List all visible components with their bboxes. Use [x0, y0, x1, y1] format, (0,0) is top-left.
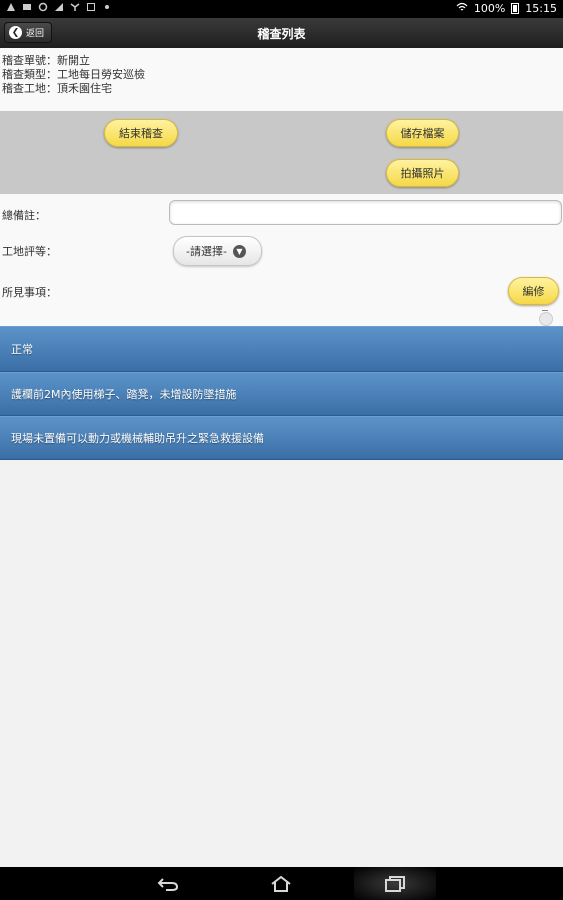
mail-icon — [22, 2, 32, 12]
nav-back-button[interactable] — [133, 867, 203, 900]
recents-icon — [385, 875, 405, 892]
remark-label: 總備註： — [2, 209, 46, 222]
scroll-indicator[interactable] — [539, 312, 553, 326]
inspection-type: 稽查類型：工地每日勞安巡檢 — [2, 68, 145, 81]
page-title: 稽查列表 — [257, 27, 306, 41]
inspection-info: 稽查單號：新開立 稽查類型：工地每日勞安巡檢 稽查工地：頂禾園住宅 — [0, 48, 563, 111]
inspection-site: 稽查工地：頂禾園住宅 — [2, 82, 112, 95]
inspection-number: 稽查單號：新開立 — [2, 54, 90, 67]
sync-icon — [38, 2, 48, 12]
end-inspection-button[interactable]: 結束稽查 — [104, 119, 178, 147]
status-bar: 100% 15:15 — [0, 0, 563, 18]
rating-selected-value: -請選擇- — [186, 245, 227, 258]
list-item[interactable]: 現場未置備可以動力或機械輔助吊升之緊急救援設備 — [0, 416, 563, 460]
status-right: 100% 15:15 — [456, 2, 557, 15]
battery-icon — [511, 3, 520, 14]
battery-text: 100% — [473, 2, 506, 15]
back-arrow-icon — [157, 877, 179, 891]
rating-select[interactable]: -請選擇- ▼ — [173, 236, 262, 266]
wifi-icon — [456, 2, 468, 15]
brightness-icon — [102, 2, 112, 12]
notification-icon — [6, 2, 16, 12]
rating-label: 工地評等： — [2, 245, 57, 258]
divider — [542, 310, 548, 311]
list-item[interactable]: 護欄前2M內使用梯子、踏凳，未增設防墜措施 — [0, 372, 563, 416]
nav-recents-button[interactable] — [354, 867, 436, 900]
status-icons — [6, 2, 112, 12]
chevron-down-icon: ▼ — [232, 244, 246, 258]
edit-button[interactable]: 編修 — [508, 277, 559, 305]
list-item[interactable]: 正常 — [0, 326, 563, 372]
app-header: ❮ 返回 稽查列表 — [0, 18, 563, 49]
home-icon — [271, 875, 291, 892]
findings-label: 所見事項： — [2, 286, 57, 299]
action-area: 結束稽查 儲存檔案 拍攝照片 — [0, 111, 563, 194]
inspection-form: 總備註： 工地評等： -請選擇- ▼ 所見事項： 編修 — [0, 194, 563, 326]
square-icon — [86, 2, 96, 12]
take-photo-button[interactable]: 拍攝照片 — [386, 159, 459, 187]
save-file-button[interactable]: 儲存檔案 — [386, 119, 459, 147]
clock: 15:15 — [525, 2, 557, 15]
remark-input[interactable] — [169, 200, 562, 225]
fan-icon — [70, 2, 80, 12]
nav-home-button[interactable] — [246, 867, 316, 900]
system-nav-bar — [0, 867, 563, 900]
chart-icon — [54, 2, 64, 12]
findings-list: 正常 護欄前2M內使用梯子、踏凳，未增設防墜措施 現場未置備可以動力或機械輔助吊… — [0, 326, 563, 460]
